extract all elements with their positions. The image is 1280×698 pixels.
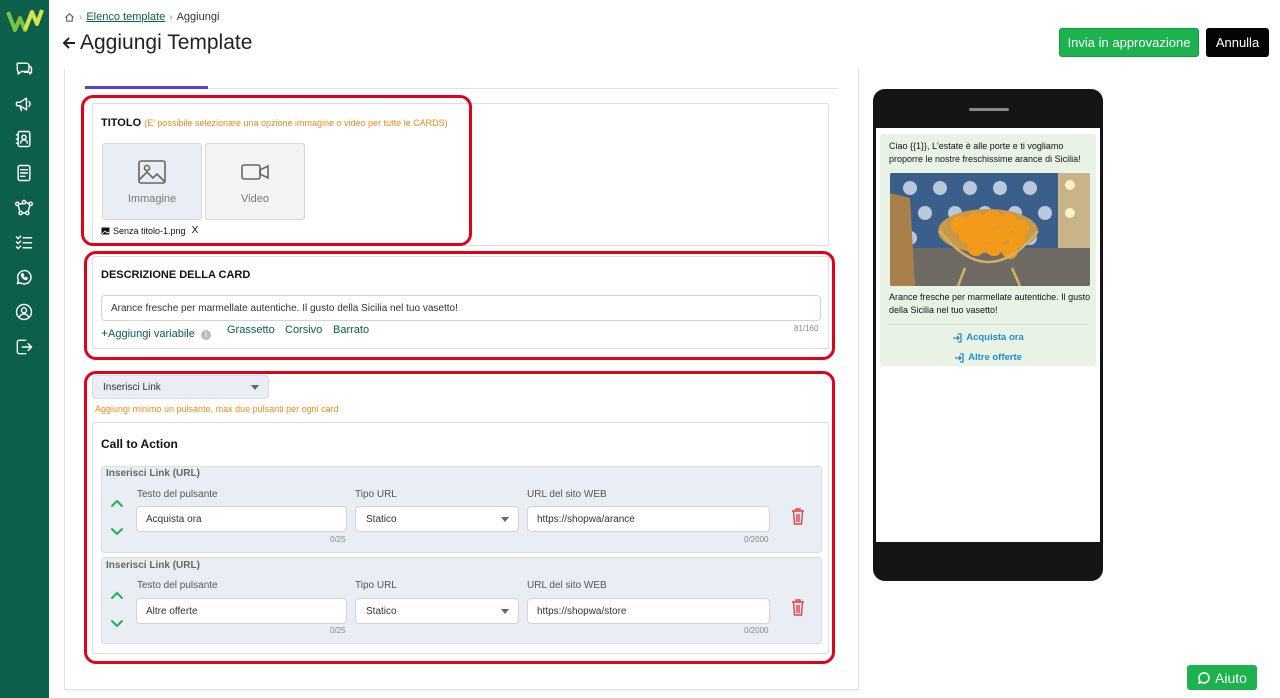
trash-icon[interactable]: [791, 598, 805, 616]
external-link-icon: [955, 352, 964, 363]
url-label: URL del sito WEB: [527, 580, 607, 591]
megaphone-icon[interactable]: [13, 93, 35, 115]
move-down-icon[interactable]: [110, 616, 124, 628]
button-text-counter: 0/25: [330, 535, 346, 544]
image-icon: [138, 160, 166, 184]
video-option-label: Video: [241, 193, 269, 205]
logout-icon[interactable]: [13, 336, 35, 358]
preview-message: Ciao {{1}}, L'estate è alle porte e ti v…: [889, 141, 1081, 164]
video-camera-icon: [241, 164, 269, 180]
brand-logo[interactable]: [6, 8, 44, 34]
buttons-hint: Aggiungi minimo un pulsante, max due pul…: [95, 404, 339, 414]
button-text-counter: 0/25: [330, 626, 346, 635]
url-type-label: Tipo URL: [355, 489, 397, 500]
chevron-down-icon: [501, 609, 509, 614]
image-option-tile[interactable]: Immagine: [102, 143, 202, 220]
breadcrumb: › Elenco template › Aggiungi: [64, 11, 219, 23]
bold-format-button[interactable]: Grassetto: [227, 324, 275, 336]
move-down-icon[interactable]: [110, 524, 124, 536]
chat-icon[interactable]: [13, 58, 35, 80]
description-label: DESCRIZIONE DELLA CARD: [101, 269, 251, 281]
preview-link-button[interactable]: Altre offerte: [880, 352, 1096, 363]
checklist-icon[interactable]: [13, 231, 35, 253]
title-section-label: TITOLO (E' possibile selezionare una opz…: [101, 117, 448, 129]
url-type-select[interactable]: Statico: [355, 598, 519, 624]
breadcrumb-current: Aggiungi: [176, 11, 220, 23]
url-counter: 0/2000: [744, 626, 769, 635]
info-icon: i: [200, 330, 211, 340]
image-option-label: Immagine: [127, 193, 177, 205]
url-label: URL del sito WEB: [527, 489, 607, 500]
user-circle-icon[interactable]: [13, 301, 35, 323]
active-tab-indicator: [85, 86, 208, 89]
breadcrumb-link[interactable]: Elenco template: [86, 11, 165, 23]
image-file-icon: [101, 227, 110, 234]
cta-title: Call to Action: [101, 437, 178, 451]
message-bubble: Ciao {{1}}, L'estate è alle porte e ti v…: [880, 134, 1096, 366]
whatsapp-icon: [1197, 671, 1210, 684]
url-input[interactable]: https://shopwa/store: [527, 598, 770, 624]
title-hint: (E' possibile selezionare una opzione im…: [144, 118, 448, 128]
button-type-select[interactable]: Inserisci Link: [92, 375, 269, 399]
preview-link-button[interactable]: Acquista ora: [880, 332, 1096, 343]
remove-file-button[interactable]: X: [192, 225, 199, 236]
document-icon[interactable]: [13, 162, 35, 184]
move-up-icon[interactable]: [110, 587, 124, 599]
url-type-label: Tipo URL: [355, 580, 397, 591]
italic-format-button[interactable]: Corsivo: [285, 324, 322, 336]
page-title: Aggiungi Template: [80, 31, 253, 54]
external-link-icon: [953, 332, 962, 343]
bubble-divider: [888, 324, 1088, 325]
button-text-input[interactable]: Altre offerte: [136, 598, 347, 624]
chevron-down-icon: [501, 517, 509, 522]
uploaded-file: Senza titolo-1.png X: [101, 225, 198, 236]
page-title-row: Aggiungi Template: [62, 31, 252, 55]
whatsapp-icon[interactable]: [13, 266, 35, 288]
button-text-label: Testo del pulsante: [137, 489, 218, 500]
sidebar: [0, 0, 49, 698]
phone-screen: Ciao {{1}}, L'estate è alle porte e ti v…: [876, 128, 1100, 542]
add-variable-button[interactable]: +Aggiungi variabile i: [101, 326, 211, 340]
flow-icon[interactable]: [13, 197, 35, 219]
cancel-button[interactable]: Annulla: [1206, 28, 1269, 57]
home-icon[interactable]: [64, 12, 75, 23]
cta-item-header: Inserisci Link (URL): [106, 468, 200, 479]
move-up-icon[interactable]: [110, 495, 124, 507]
help-button[interactable]: Aiuto: [1187, 665, 1257, 690]
description-input[interactable]: Arance fresche per marmellate autentiche…: [101, 295, 821, 321]
url-input[interactable]: https://shopwa/arance: [527, 506, 770, 532]
button-text-label: Testo del pulsante: [137, 580, 218, 591]
cta-item-header: Inserisci Link (URL): [106, 560, 200, 571]
tab-divider: [208, 88, 838, 89]
url-counter: 0/2000: [744, 535, 769, 544]
button-text-input[interactable]: Acquista ora: [136, 506, 347, 532]
phone-speaker: [969, 108, 1009, 111]
preview-image: [890, 173, 1090, 286]
contacts-icon[interactable]: [13, 128, 35, 150]
strike-format-button[interactable]: Barrato: [333, 324, 369, 336]
preview-caption: Arance fresche per marmellate autentiche…: [889, 292, 1091, 315]
submit-approval-button[interactable]: Invia in approvazione: [1059, 28, 1199, 57]
phone-preview: Ciao {{1}}, L'estate è alle porte e ti v…: [873, 89, 1103, 581]
chevron-down-icon: [251, 385, 259, 390]
video-option-tile[interactable]: Video: [205, 143, 305, 220]
url-type-select[interactable]: Statico: [355, 506, 519, 532]
description-counter: 81/160: [794, 324, 819, 333]
file-name: Senza titolo-1.png: [113, 225, 186, 236]
back-arrow-icon[interactable]: [62, 36, 76, 50]
trash-icon[interactable]: [791, 507, 805, 525]
